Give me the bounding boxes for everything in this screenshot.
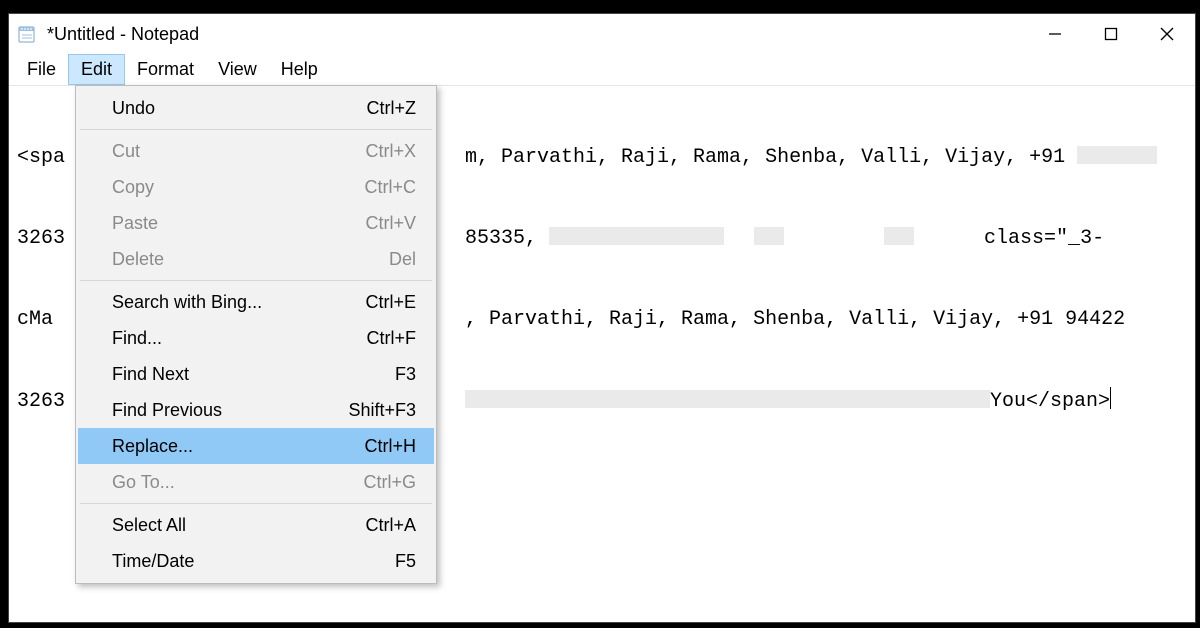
menu-item-label: Paste — [112, 213, 365, 234]
menu-view[interactable]: View — [206, 54, 269, 85]
text-fragment: <spa — [17, 146, 65, 169]
menu-item-shortcut: F5 — [395, 551, 416, 572]
text-fragment: 85335 — [465, 227, 525, 250]
redacted-text — [754, 227, 784, 245]
maximize-button[interactable] — [1083, 14, 1139, 54]
menu-item-shortcut: Ctrl+H — [364, 436, 416, 457]
menu-separator — [80, 129, 432, 130]
menu-item-paste[interactable]: Paste Ctrl+V — [78, 205, 434, 241]
text-fragment: You</span> — [990, 390, 1110, 413]
menu-item-label: Replace... — [112, 436, 364, 457]
menu-item-shortcut: Ctrl+V — [365, 213, 416, 234]
title-bar: *Untitled - Notepad — [9, 14, 1195, 54]
menu-item-shortcut: Ctrl+C — [364, 177, 416, 198]
minimize-button[interactable] — [1027, 14, 1083, 54]
menu-item-find-next[interactable]: Find Next F3 — [78, 356, 434, 392]
menu-item-undo[interactable]: Undo Ctrl+Z — [78, 90, 434, 126]
text-fragment: m, Parvathi, Raji, Rama, Shenba, Valli, … — [465, 146, 1077, 169]
menu-item-label: Copy — [112, 177, 364, 198]
menu-item-search-bing[interactable]: Search with Bing... Ctrl+E — [78, 284, 434, 320]
window-title: *Untitled - Notepad — [47, 24, 199, 45]
text-fragment: cMa — [17, 308, 53, 331]
text-caret — [1110, 387, 1111, 409]
menu-item-label: Select All — [112, 515, 365, 536]
menu-item-label: Undo — [112, 98, 367, 119]
text-fragment: class="_3- — [984, 227, 1104, 250]
menu-item-shortcut: Ctrl+A — [365, 515, 416, 536]
menu-item-label: Delete — [112, 249, 389, 270]
menu-item-shortcut: Ctrl+G — [363, 472, 416, 493]
menu-item-select-all[interactable]: Select All Ctrl+A — [78, 507, 434, 543]
menu-item-shortcut: Ctrl+Z — [367, 98, 417, 119]
close-button[interactable] — [1139, 14, 1195, 54]
menu-item-label: Find... — [112, 328, 367, 349]
menu-format[interactable]: Format — [125, 54, 206, 85]
menu-edit[interactable]: Edit — [68, 54, 125, 85]
menu-item-delete[interactable]: Delete Del — [78, 241, 434, 277]
menu-item-shortcut: Ctrl+F — [367, 328, 417, 349]
text-fragment: 3263 — [17, 227, 65, 250]
menu-item-find-previous[interactable]: Find Previous Shift+F3 — [78, 392, 434, 428]
menu-item-goto[interactable]: Go To... Ctrl+G — [78, 464, 434, 500]
menu-item-label: Time/Date — [112, 551, 395, 572]
menu-separator — [80, 280, 432, 281]
menu-item-shortcut: Del — [389, 249, 416, 270]
menu-item-copy[interactable]: Copy Ctrl+C — [78, 169, 434, 205]
text-fragment: , — [525, 227, 549, 250]
menu-item-shortcut: Ctrl+X — [365, 141, 416, 162]
notepad-icon — [17, 24, 37, 44]
redacted-text — [549, 227, 724, 245]
menu-item-label: Find Previous — [112, 400, 348, 421]
menu-item-shortcut: Ctrl+E — [365, 292, 416, 313]
text-fragment: 3263 — [17, 390, 65, 413]
menu-item-label: Find Next — [112, 364, 395, 385]
text-fragment: , Parvathi, Raji, Rama, Shenba, Valli, V… — [465, 308, 1125, 331]
redacted-text — [465, 390, 990, 408]
menu-item-label: Search with Bing... — [112, 292, 365, 313]
menu-bar: File Edit Format View Help — [9, 54, 1195, 86]
menu-separator — [80, 503, 432, 504]
menu-item-time-date[interactable]: Time/Date F5 — [78, 543, 434, 579]
edit-dropdown-menu: Undo Ctrl+Z Cut Ctrl+X Copy Ctrl+C Paste… — [75, 85, 437, 584]
menu-item-cut[interactable]: Cut Ctrl+X — [78, 133, 434, 169]
window-controls — [1027, 14, 1195, 54]
menu-item-find[interactable]: Find... Ctrl+F — [78, 320, 434, 356]
menu-help[interactable]: Help — [269, 54, 330, 85]
menu-item-shortcut: Shift+F3 — [348, 400, 416, 421]
menu-item-label: Cut — [112, 141, 365, 162]
menu-item-replace[interactable]: Replace... Ctrl+H — [78, 428, 434, 464]
menu-file[interactable]: File — [15, 54, 68, 85]
menu-item-shortcut: F3 — [395, 364, 416, 385]
redacted-text — [1077, 146, 1157, 164]
redacted-text — [884, 227, 914, 245]
menu-item-label: Go To... — [112, 472, 363, 493]
